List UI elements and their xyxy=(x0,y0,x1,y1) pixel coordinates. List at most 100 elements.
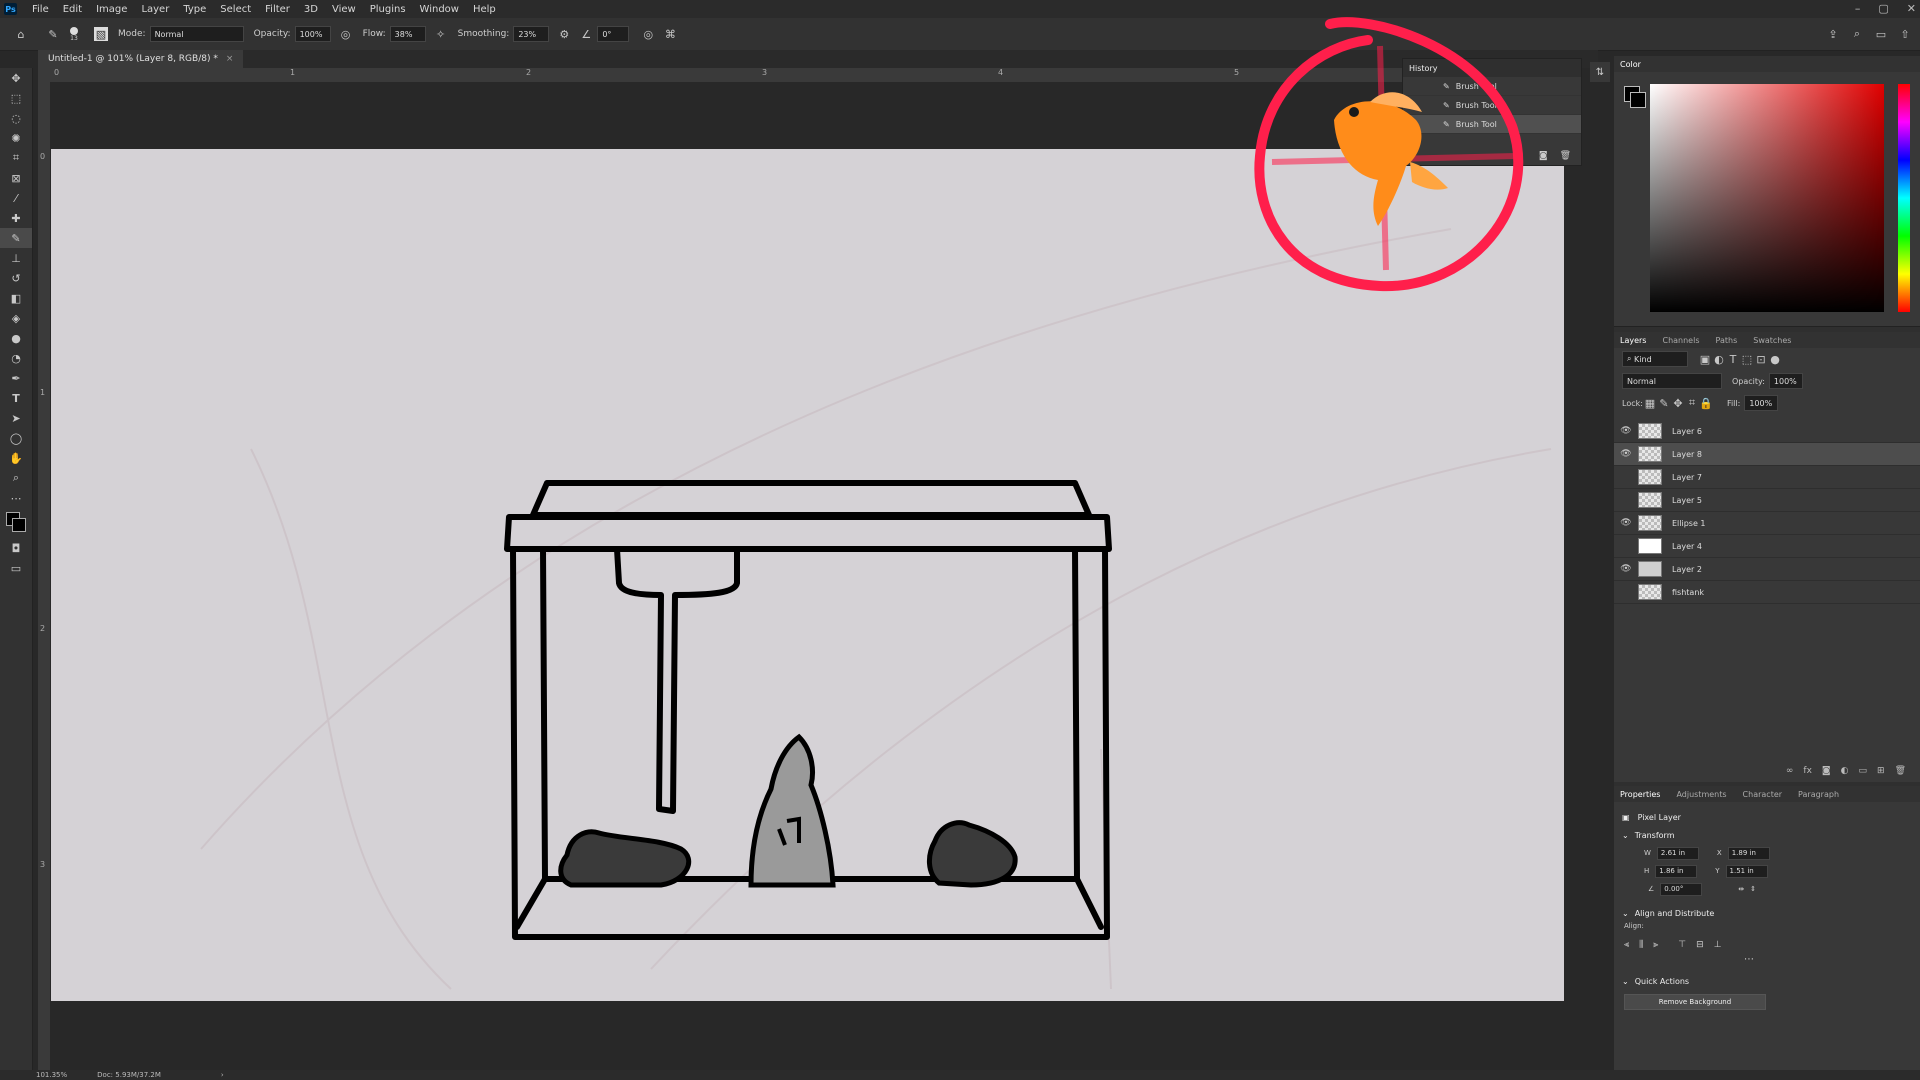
eyedropper-tool-icon[interactable]: ⁄ xyxy=(0,188,32,208)
color-swatches-icon[interactable] xyxy=(0,508,32,538)
align-center-icon[interactable]: ⫼ xyxy=(1639,940,1643,950)
home-icon[interactable]: ⌂ xyxy=(14,27,28,41)
background-color-icon[interactable] xyxy=(12,518,26,532)
lock-all-icon[interactable]: 🔒 xyxy=(1699,396,1713,410)
tab-close-icon[interactable]: × xyxy=(226,54,234,64)
background-swatch[interactable] xyxy=(1630,92,1646,108)
filter-toggle-icon[interactable]: ● xyxy=(1768,352,1782,366)
color-field[interactable] xyxy=(1650,84,1884,312)
angle-field[interactable]: 0° xyxy=(597,26,630,42)
panel-collapse-icon[interactable]: ⇅ xyxy=(1590,62,1610,82)
align-top-icon[interactable]: ⊤ xyxy=(1678,940,1686,950)
add-mask-icon[interactable]: ◙ xyxy=(1822,766,1831,776)
menu-layer[interactable]: Layer xyxy=(134,4,176,15)
path-selection-tool-icon[interactable]: ➤ xyxy=(0,408,32,428)
history-brush-tool-icon[interactable]: ↺ xyxy=(0,268,32,288)
tab-paragraph[interactable]: Paragraph xyxy=(1798,790,1839,799)
layer-row[interactable]: fishtank xyxy=(1614,581,1920,604)
opacity-field[interactable]: 100% xyxy=(294,26,331,42)
flip-vertical-icon[interactable]: ⇕ xyxy=(1750,885,1756,893)
airbrush-icon[interactable]: ✧ xyxy=(434,27,448,41)
filter-shape-icon[interactable]: ⬚ xyxy=(1740,352,1754,366)
align-bottom-icon[interactable]: ⊥ xyxy=(1714,940,1722,950)
chevron-right-icon[interactable]: › xyxy=(221,1071,224,1079)
flip-horizontal-icon[interactable]: ⇹ xyxy=(1738,885,1744,893)
visibility-eye-icon[interactable]: 👁 xyxy=(1614,426,1638,436)
trash-icon[interactable]: 🗑 xyxy=(1560,151,1571,161)
fx-icon[interactable]: fx xyxy=(1803,766,1812,776)
quick-actions-header[interactable]: ⌄ Quick Actions xyxy=(1614,972,1920,990)
delete-layer-icon[interactable]: 🗑 xyxy=(1895,766,1906,776)
pressure-opacity-icon[interactable]: ◎ xyxy=(339,27,353,41)
frame-tool-icon[interactable]: ⊠ xyxy=(0,168,32,188)
visibility-eye-icon[interactable]: 👁 xyxy=(1614,564,1638,574)
type-tool-icon[interactable]: T xyxy=(0,388,32,408)
new-group-icon[interactable]: ▭ xyxy=(1859,766,1868,776)
align-right-icon[interactable]: ⫸ xyxy=(1653,940,1658,950)
lock-position-icon[interactable]: ✥ xyxy=(1671,396,1685,410)
tab-adjustments[interactable]: Adjustments xyxy=(1676,790,1726,799)
filter-type-icon[interactable]: T xyxy=(1726,352,1740,366)
menu-3d[interactable]: 3D xyxy=(297,4,325,15)
zoom-tool-icon[interactable]: ⌕ xyxy=(0,468,32,488)
share-icon[interactable]: ⇪ xyxy=(1826,27,1840,41)
tab-channels[interactable]: Channels xyxy=(1662,336,1699,345)
filter-smart-object-icon[interactable]: ⊡ xyxy=(1754,352,1768,366)
layer-row[interactable]: Layer 7 xyxy=(1614,466,1920,489)
eraser-tool-icon[interactable]: ◧ xyxy=(0,288,32,308)
new-layer-icon[interactable]: ⊞ xyxy=(1877,766,1885,776)
export-icon[interactable]: ⇧ xyxy=(1898,27,1912,41)
hue-slider[interactable] xyxy=(1898,84,1910,312)
filter-adjustment-icon[interactable]: ◐ xyxy=(1712,352,1726,366)
lock-pixels-icon[interactable]: ✎ xyxy=(1657,396,1671,410)
zoom-level[interactable]: 101.35% xyxy=(36,1071,67,1079)
tab-layers[interactable]: Layers xyxy=(1620,336,1646,345)
search-icon[interactable]: ⌕ xyxy=(1850,27,1864,41)
brush-tool-preset-icon[interactable]: ✎ xyxy=(46,27,60,41)
more-tools-icon[interactable]: ⋯ xyxy=(0,488,32,508)
quick-mask-icon[interactable]: ◘ xyxy=(0,538,32,558)
maximize-icon[interactable]: ▢ xyxy=(1878,2,1888,15)
dodge-tool-icon[interactable]: ◔ xyxy=(0,348,32,368)
y-field[interactable]: 1.51 in xyxy=(1725,864,1768,878)
menu-select[interactable]: Select xyxy=(213,4,258,15)
menu-filter[interactable]: Filter xyxy=(258,4,297,15)
move-tool-icon[interactable]: ✥ xyxy=(0,68,32,88)
tab-properties[interactable]: Properties xyxy=(1620,790,1660,799)
layer-row[interactable]: 👁 Layer 6 xyxy=(1614,420,1920,443)
pen-tool-icon[interactable]: ✒ xyxy=(0,368,32,388)
menu-help[interactable]: Help xyxy=(466,4,503,15)
pressure-size-icon[interactable]: ◎ xyxy=(641,27,655,41)
ellipse-tool-icon[interactable]: ◯ xyxy=(0,428,32,448)
align-left-icon[interactable]: ⫷ xyxy=(1624,940,1629,950)
tab-character[interactable]: Character xyxy=(1743,790,1783,799)
lasso-tool-icon[interactable]: ◌ xyxy=(0,108,32,128)
smoothing-field[interactable]: 23% xyxy=(513,26,550,42)
document-tab[interactable]: Untitled-1 @ 101% (Layer 8, RGB/8) * × xyxy=(38,50,244,68)
tab-paths[interactable]: Paths xyxy=(1716,336,1738,345)
minimize-icon[interactable]: – xyxy=(1855,2,1861,15)
align-section-header[interactable]: ⌄ Align and Distribute xyxy=(1614,904,1920,922)
menu-window[interactable]: Window xyxy=(413,4,466,15)
layer-row[interactable]: 👁 Layer 2 xyxy=(1614,558,1920,581)
lock-artboard-icon[interactable]: ⌗ xyxy=(1685,396,1699,410)
marquee-tool-icon[interactable]: ⬚ xyxy=(0,88,32,108)
menu-file[interactable]: File xyxy=(25,4,56,15)
blur-tool-icon[interactable]: ● xyxy=(0,328,32,348)
brush-settings-icon[interactable]: ▧ xyxy=(94,27,108,41)
healing-brush-tool-icon[interactable]: ✚ xyxy=(0,208,32,228)
clone-stamp-tool-icon[interactable]: ⊥ xyxy=(0,248,32,268)
paint-bucket-tool-icon[interactable]: ◈ xyxy=(0,308,32,328)
layer-opacity-field[interactable]: 100% xyxy=(1768,373,1803,389)
menu-image[interactable]: Image xyxy=(89,4,134,15)
layer-row[interactable]: Layer 5 xyxy=(1614,489,1920,512)
visibility-eye-icon[interactable]: 👁 xyxy=(1614,449,1638,459)
layer-row[interactable]: Layer 4 xyxy=(1614,535,1920,558)
camera-icon[interactable]: ◙ xyxy=(1539,151,1548,161)
quick-select-tool-icon[interactable]: ✺ xyxy=(0,128,32,148)
gear-icon[interactable]: ⚙ xyxy=(557,27,571,41)
filter-pixel-icon[interactable]: ▣ xyxy=(1698,352,1712,366)
flow-field[interactable]: 38% xyxy=(389,26,426,42)
x-field[interactable]: 1.89 in xyxy=(1727,846,1770,860)
tab-swatches[interactable]: Swatches xyxy=(1753,336,1791,345)
